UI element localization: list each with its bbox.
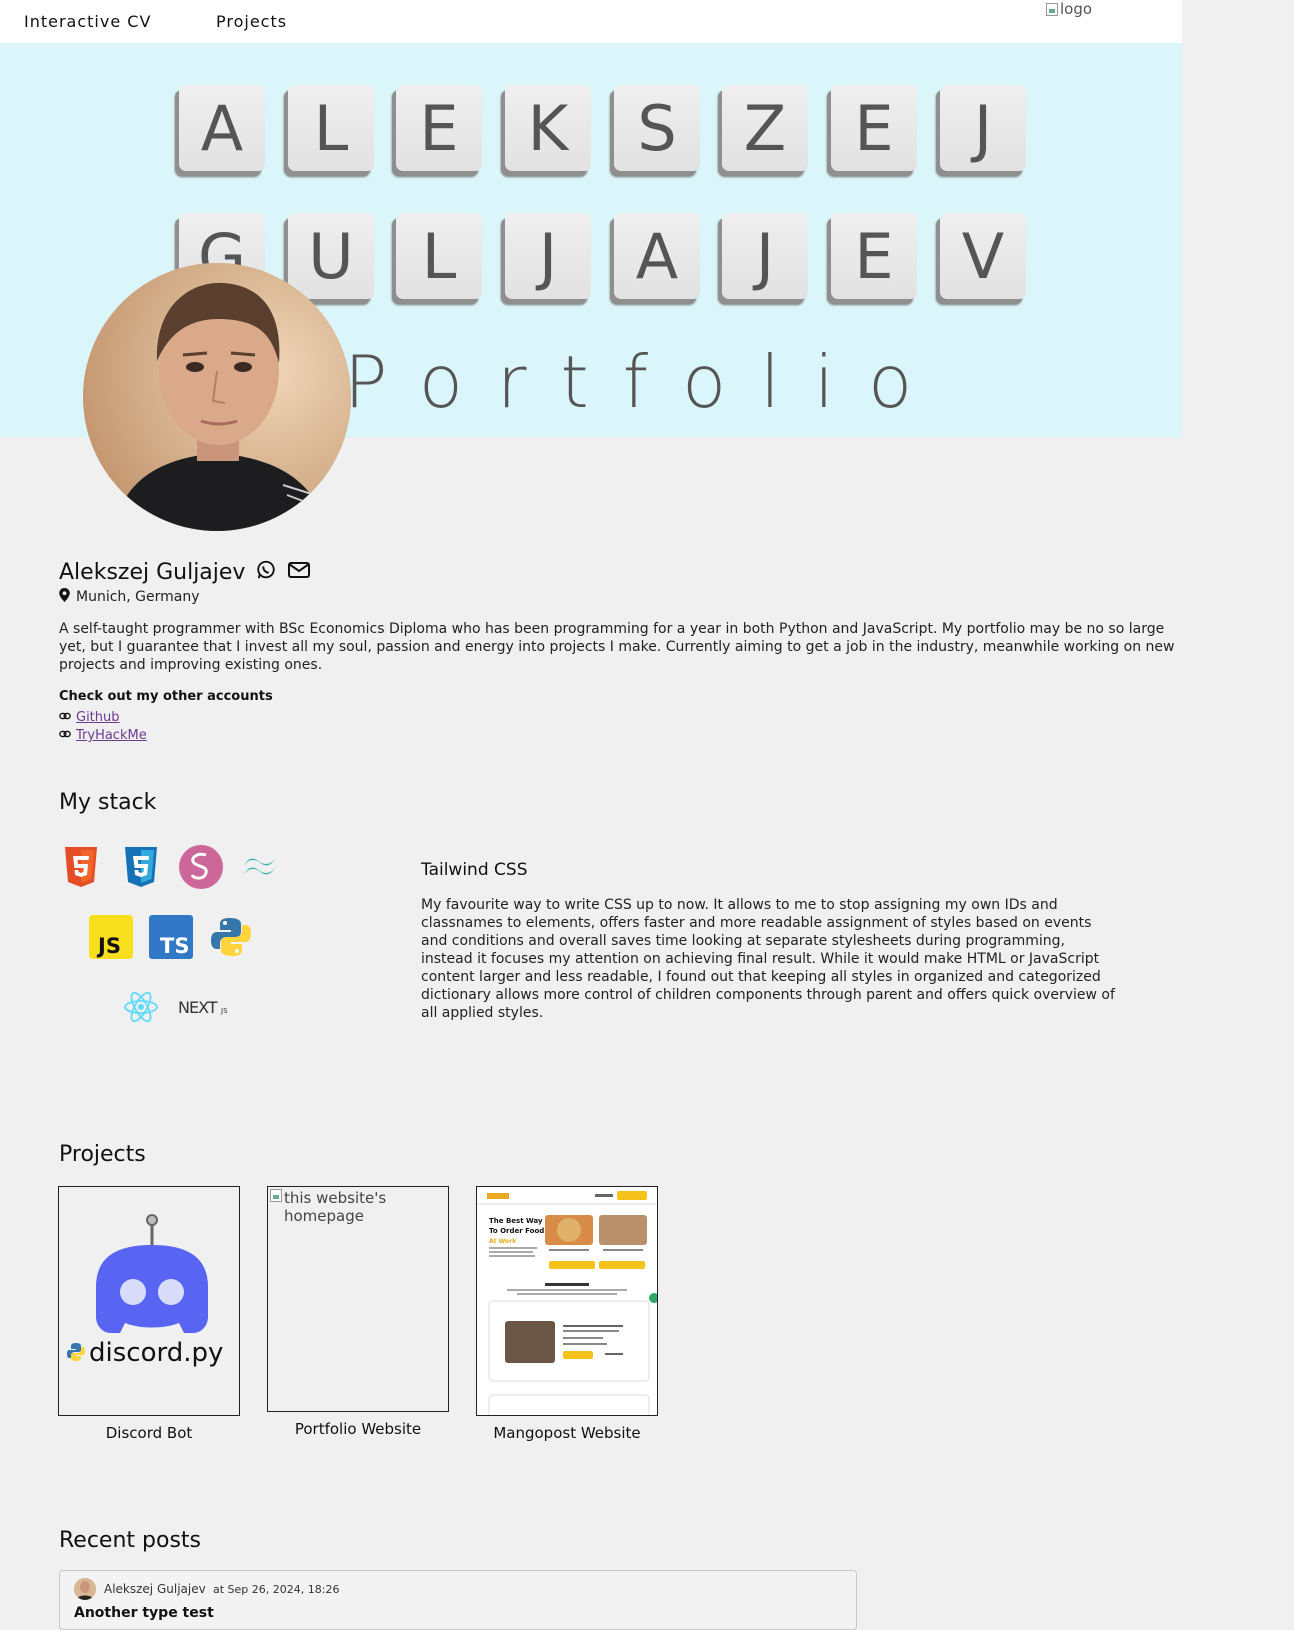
surname-key: J [505,213,591,299]
portfolio-thumbnail-broken: this website's homepage [270,1189,444,1225]
sass-icon[interactable] [178,844,224,890]
project-card-discord-bot[interactable]: discord.py [58,1186,240,1416]
project-label-mangopost-website[interactable]: Mangopost Website [475,1424,659,1442]
post-card[interactable]: Alekszej Guljajev at Sep 26, 2024, 18:26… [59,1570,857,1630]
whatsapp-icon[interactable] [255,559,277,585]
nav-link-projects[interactable]: Projects [216,12,287,31]
account-github: Github [59,710,120,725]
html5-icon[interactable] [58,844,104,890]
broken-image-icon [1046,2,1058,16]
surname-key: U [288,213,374,299]
accounts-title: Check out my other accounts [59,689,273,704]
name-key: L [288,85,374,171]
projects-heading: Projects [59,1142,146,1167]
stack-heading: My stack [59,790,157,815]
link-icon [59,710,71,725]
profile-name: Alekszej Guljajev [59,559,246,585]
mangopost-thumbnail: The Best Way To Order Food At Work [477,1187,657,1415]
name-key: S [614,85,700,171]
name-key: Z [722,85,808,171]
mango-headline-3: At Work [489,1238,517,1245]
name-key: K [505,85,591,171]
mango-headline-1: The Best Way [489,1217,543,1225]
typescript-icon[interactable]: TS [148,914,194,960]
project-label-portfolio-website[interactable]: Portfolio Website [266,1420,450,1438]
profile-photo [83,263,351,531]
javascript-icon[interactable]: JS [88,914,134,960]
email-icon[interactable] [287,559,311,585]
logo-alt-text: logo [1060,0,1093,18]
top-nav: Interactive CV Projects logo [0,0,1182,43]
discord-bot-thumbnail: discord.py [67,1214,223,1368]
post-author: Alekszej Guljajev [104,1582,206,1596]
portfolio-thumbnail-alt: this website's homepage [284,1189,387,1225]
tryhackme-link[interactable]: TryHackMe [76,728,147,743]
post-title[interactable]: Another type test [74,1605,214,1621]
location-row: Munich, Germany [59,588,200,606]
post-author-avatar [74,1578,96,1600]
stack-selected-title: Tailwind CSS [421,860,528,880]
portfolio-subtitle: Portfolio [344,340,947,424]
surname-key: V [940,213,1026,299]
svg-text:JS: JS [220,1007,228,1015]
surname-key: J [722,213,808,299]
broken-image-icon [270,1189,282,1202]
javascript-label: JS [96,934,121,958]
account-tryhackme: TryHackMe [59,728,147,743]
nav-link-interactive-cv[interactable]: Interactive CV [24,12,151,31]
map-pin-icon [59,588,70,606]
nextjs-icon[interactable]: NEXT JS [178,984,228,1030]
name-key: A [179,85,265,171]
link-icon [59,728,71,743]
stack-selected-description: My favourite way to write CSS up to now.… [421,897,1115,1021]
logo-image[interactable]: logo [1046,0,1092,18]
post-date: at Sep 26, 2024, 18:26 [213,1583,340,1596]
css3-icon[interactable] [118,844,164,890]
mango-headline-2: To Order Food [489,1227,544,1235]
recent-posts-heading: Recent posts [59,1528,202,1553]
discord-py-text: discord.py [89,1338,223,1368]
tailwind-icon[interactable] [238,844,284,890]
project-label-discord-bot[interactable]: Discord Bot [57,1424,241,1442]
name-key: J [940,85,1026,171]
react-icon[interactable] [118,984,164,1030]
name-key: E [396,85,482,171]
typescript-label: TS [160,934,189,958]
surname-key: A [614,213,700,299]
project-card-portfolio-website[interactable]: this website's homepage [267,1186,449,1412]
name-row: Alekszej Guljajev [59,559,311,585]
surname-key: E [831,213,917,299]
nextjs-label: NEXT [178,998,218,1017]
project-card-mangopost-website[interactable]: The Best Way To Order Food At Work [476,1186,658,1416]
about-text: A self-taught programmer with BSc Econom… [59,621,1175,673]
python-icon[interactable] [208,914,254,960]
location-text: Munich, Germany [76,589,200,605]
name-key: E [831,85,917,171]
surname-key: L [396,213,482,299]
github-link[interactable]: Github [76,710,120,725]
